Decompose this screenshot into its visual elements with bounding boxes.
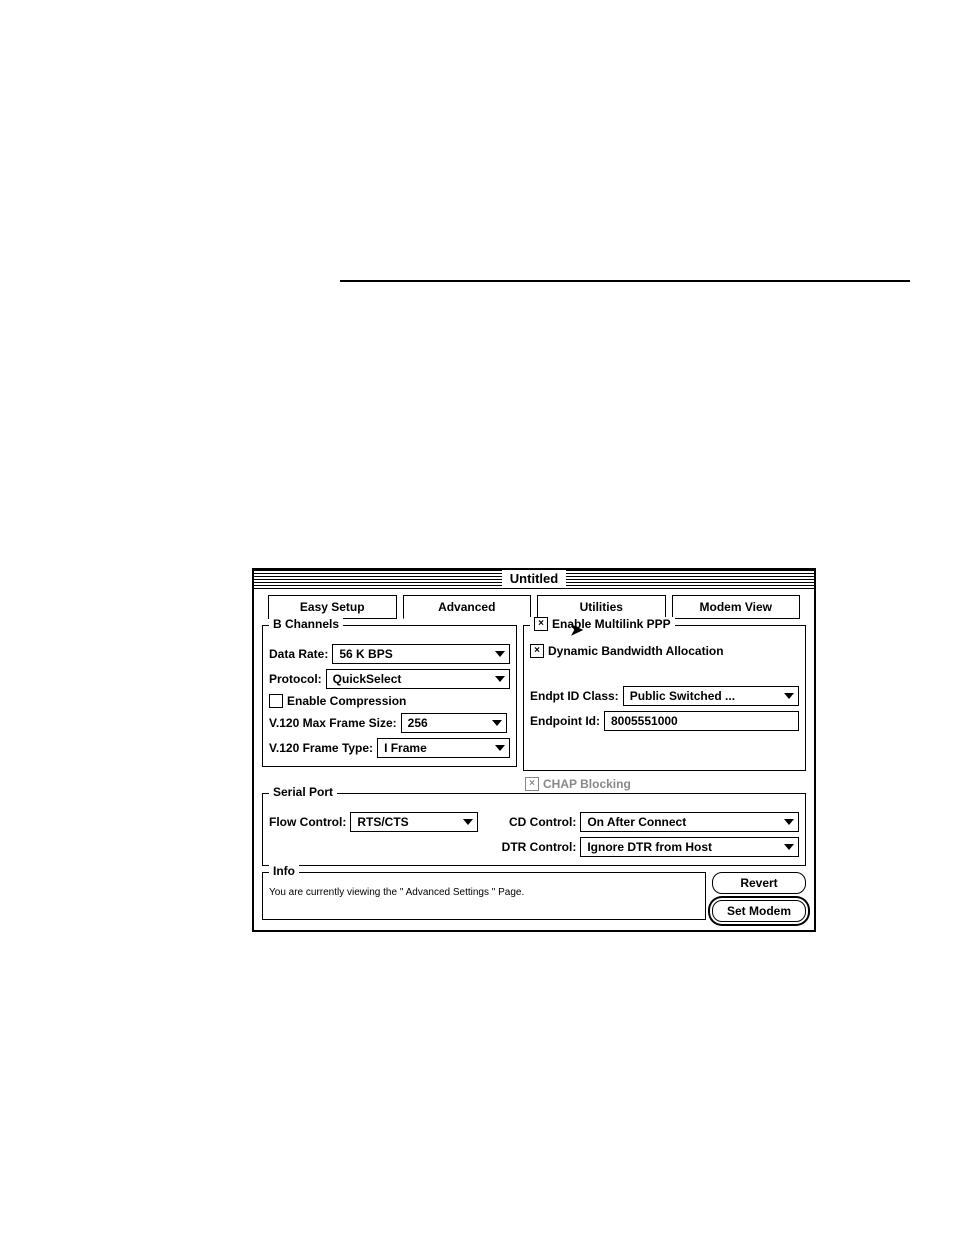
horizontal-rule <box>340 280 910 282</box>
multilink-ppp-legend[interactable]: × Enable Multilink PPP <box>530 617 675 631</box>
tab-modem-view[interactable]: Modem View <box>672 595 801 619</box>
dropdown-arrow-icon <box>782 815 796 829</box>
data-rate-label: Data Rate: <box>269 647 328 661</box>
info-legend: Info <box>269 864 299 878</box>
dropdown-arrow-icon <box>493 741 507 755</box>
tab-advanced-label: Advanced <box>438 600 495 614</box>
tab-utilities-label: Utilities <box>580 600 623 614</box>
dropdown-arrow-icon <box>461 815 475 829</box>
enable-compression-label: Enable Compression <box>287 694 406 708</box>
dyn-bandwidth-checkbox[interactable]: × Dynamic Bandwidth Allocation <box>530 644 799 658</box>
chap-blocking-checkbox: × CHAP Blocking <box>525 777 806 791</box>
dropdown-arrow-icon <box>490 716 504 730</box>
dtr-control-label: DTR Control: <box>498 840 576 854</box>
flow-control-value: RTS/CTS <box>357 815 408 829</box>
v120-max-label: V.120 Max Frame Size: <box>269 716 397 730</box>
endpt-class-select[interactable]: Public Switched ... <box>623 686 799 706</box>
dyn-bandwidth-label: Dynamic Bandwidth Allocation <box>548 644 724 658</box>
b-channels-legend: B Channels <box>269 617 343 631</box>
cd-control-value: On After Connect <box>587 815 686 829</box>
data-rate-value: 56 K BPS <box>339 647 392 661</box>
set-modem-button-label: Set Modem <box>727 904 791 918</box>
settings-window: Untitled Easy Setup Advanced Utilities M… <box>252 568 816 932</box>
dtr-control-select[interactable]: Ignore DTR from Host <box>580 837 799 857</box>
tab-advanced[interactable]: Advanced <box>403 595 532 619</box>
endpoint-id-label: Endpoint Id: <box>530 714 600 728</box>
flow-control-select[interactable]: RTS/CTS <box>350 812 478 832</box>
v120-frame-type-select[interactable]: I Frame <box>377 738 510 758</box>
checkbox-icon: × <box>530 644 544 658</box>
window-titlebar[interactable]: Untitled <box>254 570 814 588</box>
flow-control-label: Flow Control: <box>269 815 346 829</box>
dropdown-arrow-icon <box>493 672 507 686</box>
multilink-ppp-legend-label: Enable Multilink PPP <box>552 617 671 631</box>
endpt-class-value: Public Switched ... <box>630 689 735 703</box>
dropdown-arrow-icon <box>782 840 796 854</box>
tab-bar: Easy Setup Advanced Utilities Modem View <box>262 589 806 619</box>
v120-frame-type-value: I Frame <box>384 741 427 755</box>
cd-control-select[interactable]: On After Connect <box>580 812 799 832</box>
v120-max-select[interactable]: 256 <box>401 713 507 733</box>
cd-control-label: CD Control: <box>498 815 576 829</box>
revert-button-label: Revert <box>740 876 777 890</box>
tab-utilities[interactable]: Utilities <box>537 595 666 619</box>
multilink-ppp-group: × Enable Multilink PPP × Dynamic Bandwid… <box>523 625 806 771</box>
v120-max-value: 256 <box>408 716 428 730</box>
checkbox-icon <box>269 694 283 708</box>
dtr-control-value: Ignore DTR from Host <box>587 840 712 854</box>
data-rate-select[interactable]: 56 K BPS <box>332 644 510 664</box>
dropdown-arrow-icon <box>782 689 796 703</box>
endpt-class-label: Endpt ID Class: <box>530 689 619 703</box>
protocol-select[interactable]: QuickSelect <box>326 669 510 689</box>
info-text: You are currently viewing the " Advanced… <box>269 887 524 898</box>
protocol-label: Protocol: <box>269 672 322 686</box>
serial-port-group: Serial Port Flow Control: RTS/CTS <box>262 793 806 866</box>
tab-easy-setup[interactable]: Easy Setup <box>268 595 397 619</box>
tab-easy-setup-label: Easy Setup <box>300 600 365 614</box>
chap-blocking-label: CHAP Blocking <box>543 777 631 791</box>
window-title: Untitled <box>502 570 566 588</box>
protocol-value: QuickSelect <box>333 672 402 686</box>
dropdown-arrow-icon <box>493 647 507 661</box>
endpoint-id-input[interactable]: 8005551000 <box>604 711 799 731</box>
set-modem-button[interactable]: Set Modem <box>712 900 806 922</box>
serial-port-legend: Serial Port <box>269 785 337 799</box>
checkbox-icon: × <box>534 617 548 631</box>
tab-modem-view-label: Modem View <box>700 600 772 614</box>
info-panel: Info You are currently viewing the " Adv… <box>262 872 706 920</box>
enable-compression-checkbox[interactable]: Enable Compression <box>269 694 510 708</box>
revert-button[interactable]: Revert <box>712 872 806 894</box>
b-channels-group: B Channels Data Rate: 56 K BPS Protocol: <box>262 625 517 767</box>
v120-frame-type-label: V.120 Frame Type: <box>269 741 373 755</box>
checkbox-icon: × <box>525 777 539 791</box>
